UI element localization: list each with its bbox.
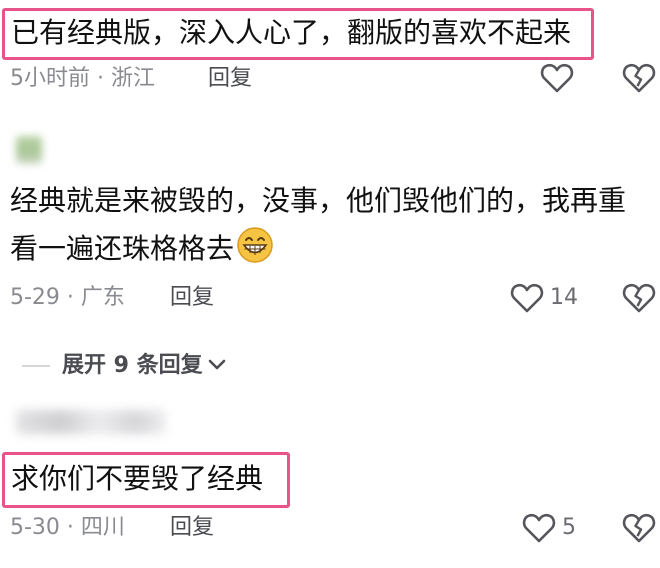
comment-2-meta: 5-29 · 广东 xyxy=(10,285,125,310)
heart-outline-icon xyxy=(540,62,574,94)
commenter-3-name[interactable] xyxy=(16,410,166,434)
broken-heart-icon xyxy=(622,62,656,94)
expand-replies-label: 展开 9 条回复 xyxy=(62,353,203,378)
commenter-2-avatar[interactable] xyxy=(16,136,42,164)
broken-heart-icon xyxy=(622,282,656,314)
comment-3-meta: 5-30 · 四川 xyxy=(10,515,125,540)
comment-2-like-count: 14 xyxy=(550,285,578,310)
comment-2-like-button[interactable] xyxy=(510,282,544,314)
comment-2-reply-button[interactable]: 回复 xyxy=(170,283,214,313)
expand-divider xyxy=(22,365,50,367)
comment-2-text-line-2: 看一遍还珠格格去 xyxy=(10,226,274,272)
heart-outline-icon xyxy=(522,512,556,544)
comment-2-text-line-1: 经典就是来被毁的，没事，他们毁他们的，我再重 xyxy=(10,184,627,217)
grinning-emoji-icon xyxy=(236,226,274,264)
expand-replies-button[interactable]: 展开 9 条回复 xyxy=(62,350,227,382)
comment-1-dislike-button[interactable] xyxy=(622,62,656,94)
comment-1-reply-button[interactable]: 回复 xyxy=(208,64,252,94)
heart-outline-icon xyxy=(510,282,544,314)
comment-3-like-count: 5 xyxy=(562,515,576,540)
comment-2-dislike-button[interactable] xyxy=(622,282,656,314)
comment-1-text: 已有经典版，深入人心了，翻版的喜欢不起来 xyxy=(2,8,594,60)
chevron-down-icon xyxy=(207,357,227,376)
comment-1-meta: 5小时前 · 浙江 xyxy=(10,66,155,91)
comment-3-reply-button[interactable]: 回复 xyxy=(170,513,214,543)
comment-3-dislike-button[interactable] xyxy=(622,512,656,544)
comment-1-like-button[interactable] xyxy=(540,62,574,94)
comment-3-text: 求你们不要毁了经典 xyxy=(2,452,290,508)
comment-2-text-line-2-content: 看一遍还珠格格去 xyxy=(10,232,235,265)
comment-3-like-button[interactable] xyxy=(522,512,556,544)
broken-heart-icon xyxy=(622,512,656,544)
